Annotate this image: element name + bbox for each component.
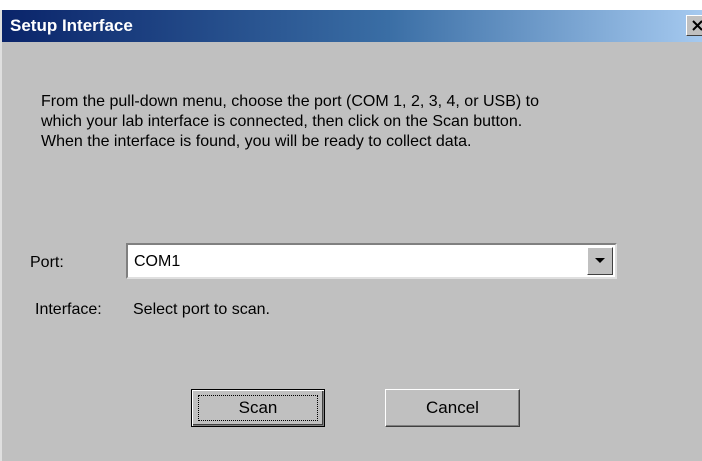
instructions-text: From the pull-down menu, choose the port… [41,92,681,152]
scan-button[interactable]: Scan [191,389,325,427]
setup-interface-dialog: Setup Interface From the pull-down menu,… [0,10,702,461]
port-select[interactable]: COM1 [126,243,617,279]
interface-status: Select port to scan. [133,301,270,318]
instruction-line: From the pull-down menu, choose the port… [41,93,539,110]
port-label: Port: [30,254,64,271]
cancel-button-label: Cancel [426,398,479,417]
window-title: Setup Interface [10,16,133,35]
port-select-value: COM1 [134,253,181,270]
cancel-button[interactable]: Cancel [385,389,520,427]
close-button[interactable] [686,15,702,36]
scan-button-label: Scan [238,398,278,417]
instruction-line: When the interface is found, you will be… [41,133,472,150]
chevron-down-icon [595,258,605,263]
port-dropdown-button[interactable] [587,247,613,275]
title-bar[interactable]: Setup Interface [2,10,702,42]
close-icon [692,20,702,31]
instruction-line: which your lab interface is connected, t… [41,113,523,130]
interface-label: Interface: [35,301,102,318]
